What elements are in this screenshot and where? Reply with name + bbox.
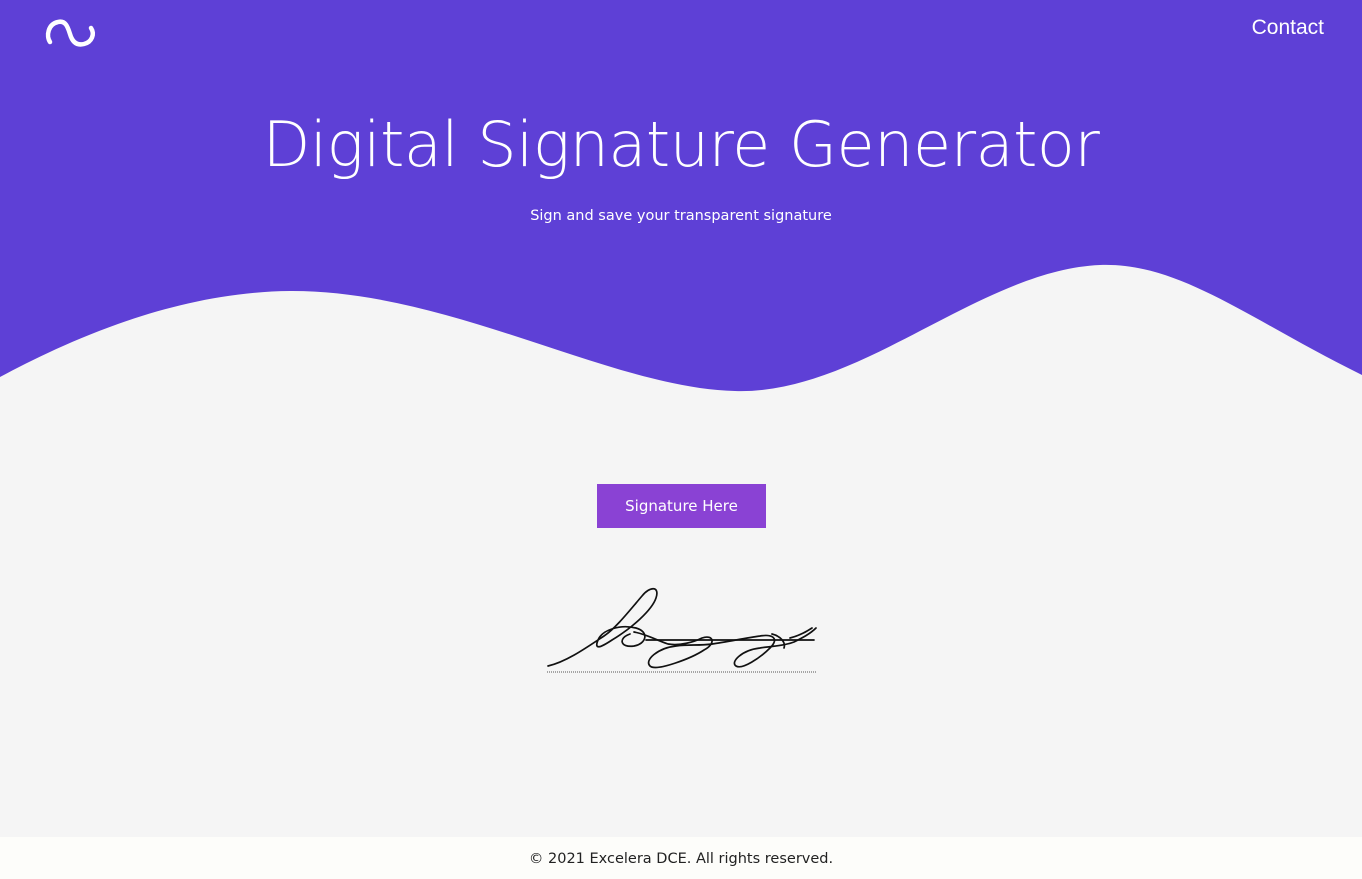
logo-icon[interactable] [44, 14, 98, 50]
page-title: Digital Signature Generator [262, 108, 1100, 181]
page-subtitle: Sign and save your transparent signature [530, 208, 832, 224]
footer: © 2021 Excelera DCE. All rights reserved… [0, 837, 1362, 879]
hero-wave-background [0, 0, 1362, 392]
hero-section: Contact Digital Signature Generator Sign… [0, 0, 1362, 400]
signature-here-button[interactable]: Signature Here [597, 484, 766, 528]
signature-preview-image [546, 584, 818, 674]
page: Contact Digital Signature Generator Sign… [0, 0, 1362, 879]
nav-contact-link[interactable]: Contact [1252, 16, 1324, 40]
footer-copyright: © 2021 Excelera DCE. All rights reserved… [528, 851, 834, 867]
